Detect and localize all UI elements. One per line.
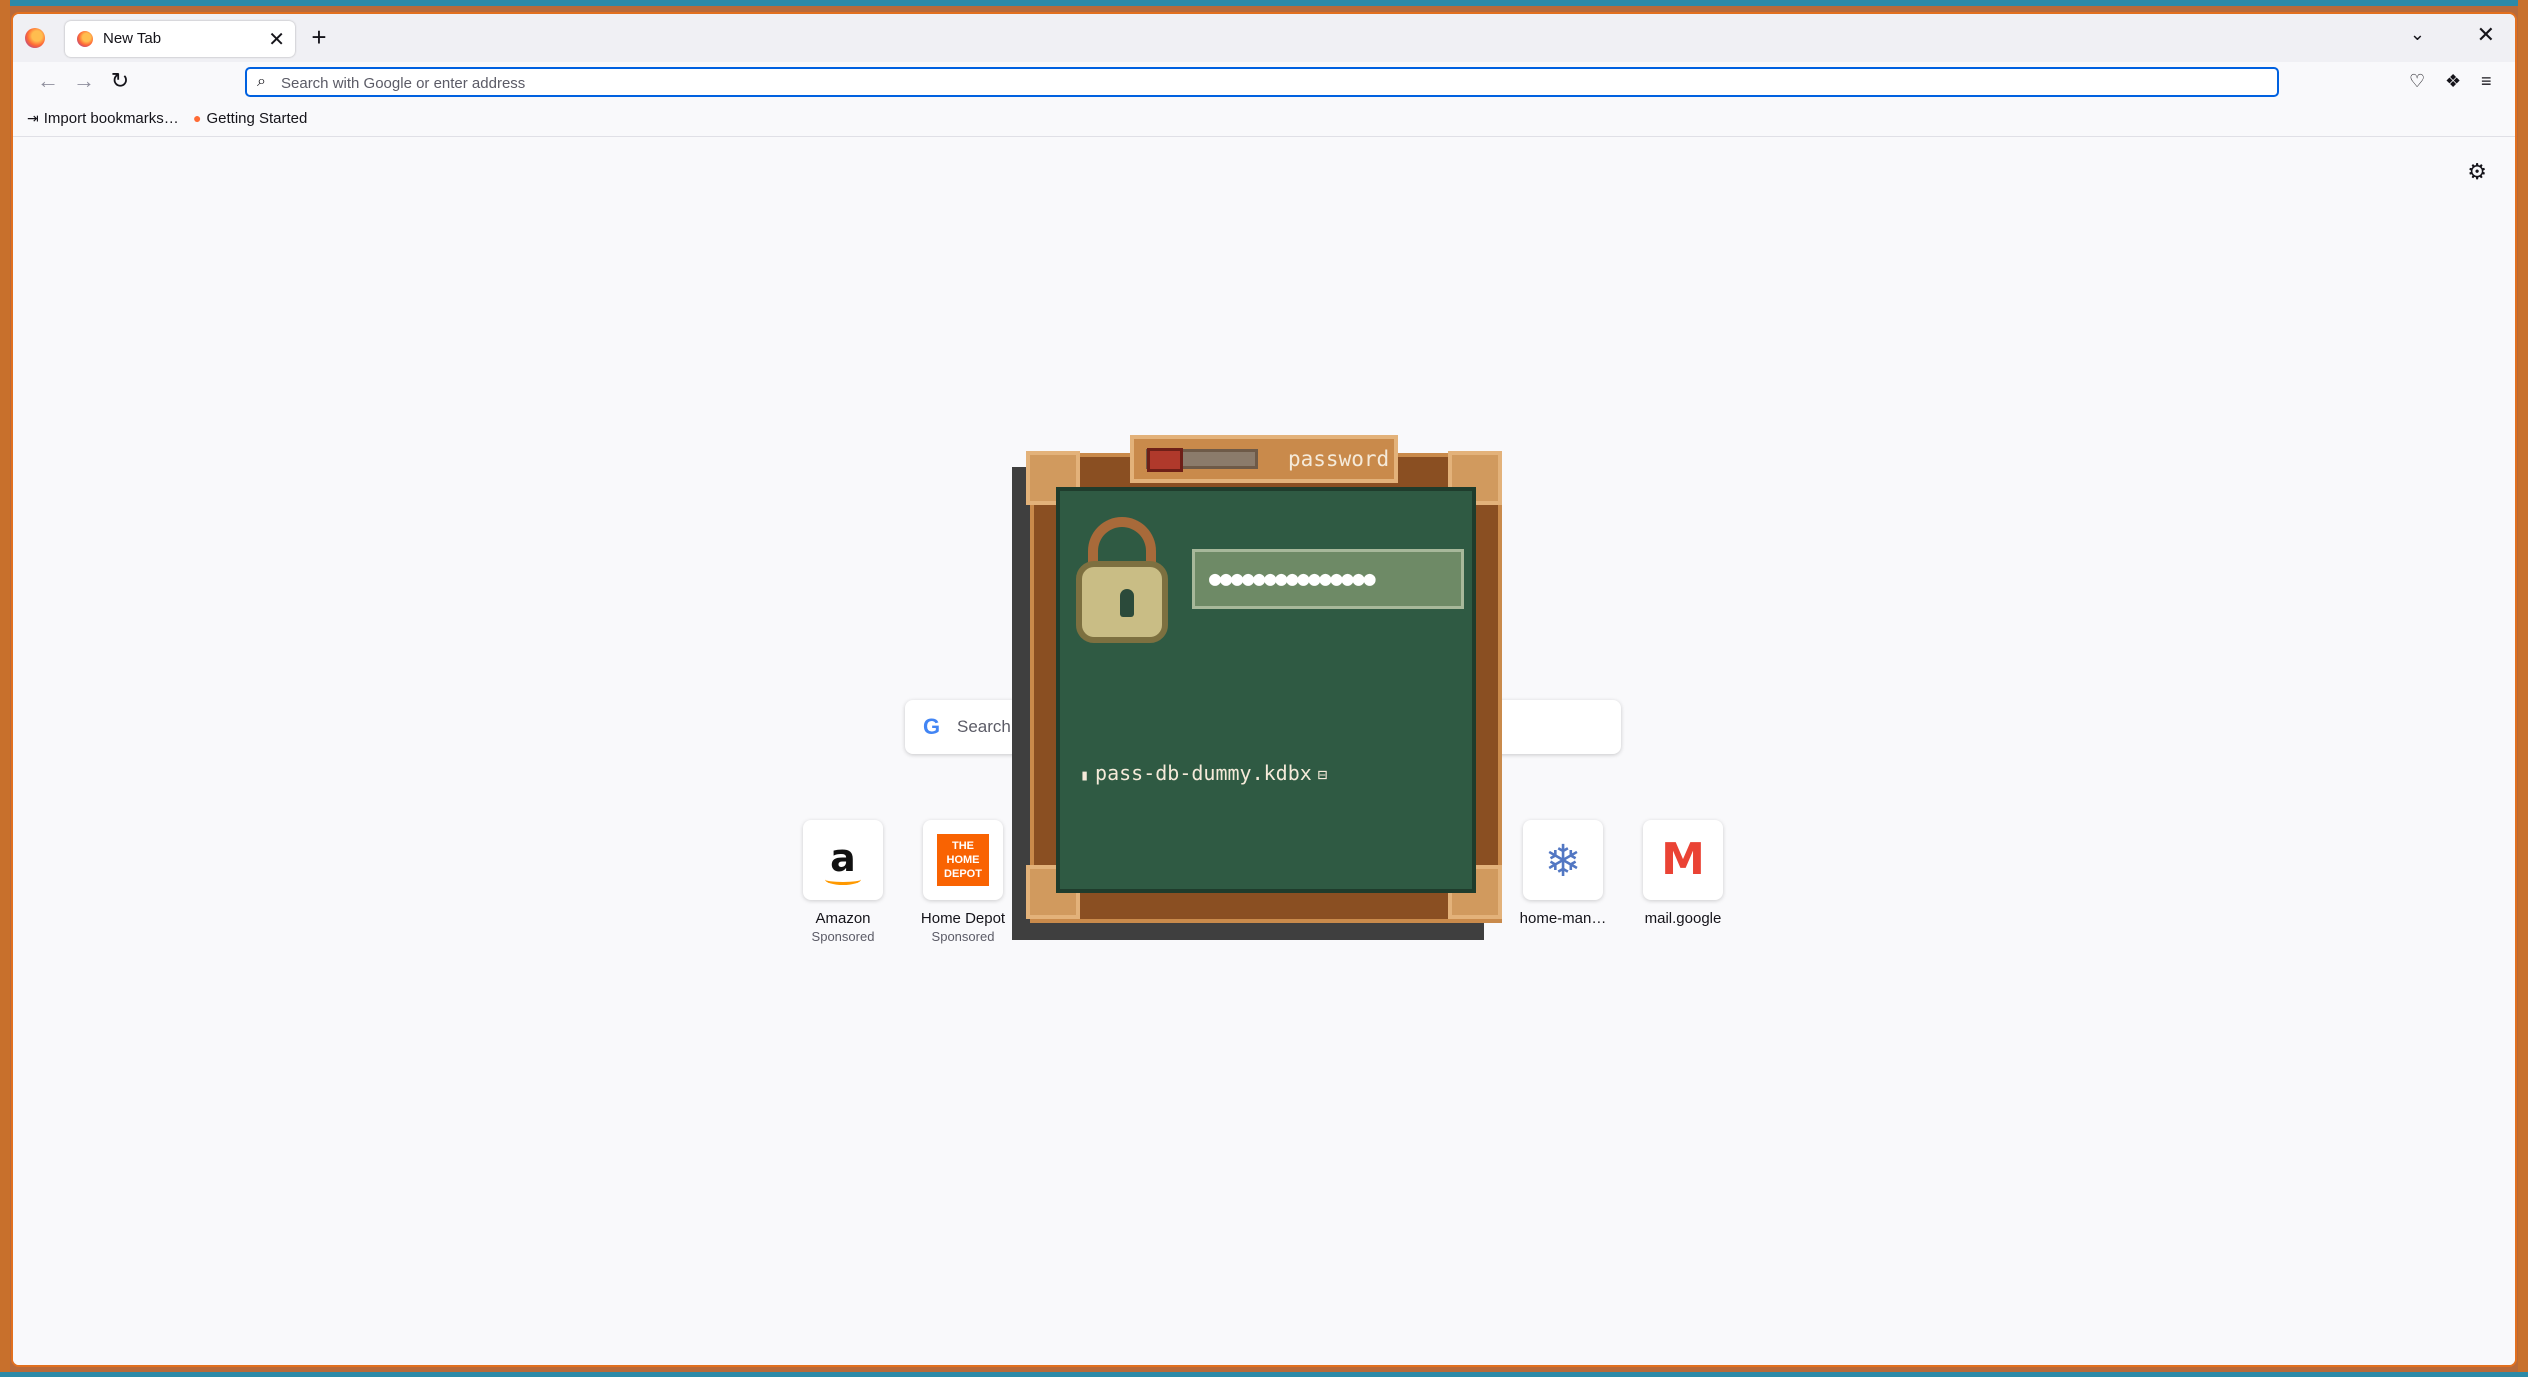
shortcut-amazon[interactable]: a Amazon Sponsored	[783, 820, 903, 944]
firefox-icon	[77, 31, 93, 47]
header-slider	[1146, 448, 1258, 472]
password-masked-value: ●●●●●●●●●●●●●●●	[1209, 566, 1376, 590]
bookmark-getting-started[interactable]: ● Getting Started	[193, 110, 307, 127]
pocket-icon[interactable]: ♡	[2409, 71, 2425, 92]
back-icon[interactable]: ←	[33, 68, 63, 94]
open-folder-icon[interactable]: ⊟	[1318, 765, 1328, 784]
password-field[interactable]: ●●●●●●●●●●●●●●●	[1192, 549, 1464, 609]
database-file-row: ▮ pass-db-dummy.kdbx ⊟	[1080, 761, 1327, 785]
firefox-icon: ●	[193, 110, 202, 126]
shortcut-label: Amazon	[815, 910, 871, 927]
sponsored-label: Sponsored	[811, 929, 875, 944]
import-icon: ⇥	[27, 110, 39, 126]
dialog-title: password	[1288, 447, 1390, 471]
padlock-icon	[1072, 517, 1180, 647]
close-tab-icon[interactable]: ✕	[268, 27, 285, 52]
shortcut-tile: ❄	[1523, 820, 1603, 900]
shortcut-tile: THE HOME DEPOT	[923, 820, 1003, 900]
amazon-smile-icon	[825, 874, 861, 885]
padlock-body	[1076, 561, 1168, 643]
gear-icon[interactable]: ⚙	[2467, 159, 2487, 185]
shortcut-tile: a	[803, 820, 883, 900]
file-icon: ▮	[1080, 766, 1090, 784]
forward-icon[interactable]: →	[69, 68, 99, 94]
desktop-left-edge	[0, 0, 10, 1377]
shortcut-tile: M	[1643, 820, 1723, 900]
shortcut-gmail[interactable]: M mail.google	[1623, 820, 1743, 927]
reload-icon[interactable]: ↻	[105, 68, 135, 94]
url-bar[interactable]: ⌕	[245, 67, 2279, 97]
password-dialog: password ●●●●●●●●●●●●●●● ▮ pass-db-dummy.…	[1012, 435, 1502, 940]
firefox-icon[interactable]	[25, 28, 45, 48]
nav-toolbar: ← → ↻ ⌕ ♡ ❖ ≡	[13, 62, 2515, 102]
bookmark-import[interactable]: ⇥ Import bookmarks…	[27, 110, 179, 127]
tab-title: New Tab	[103, 30, 162, 47]
shortcut-label: home-man…	[1519, 910, 1607, 927]
google-icon: G	[923, 714, 941, 739]
sponsored-label: Sponsored	[931, 929, 995, 944]
extensions-icon[interactable]: ❖	[2445, 71, 2461, 92]
shortcut-label: Home Depot	[920, 910, 1006, 927]
chevron-down-icon[interactable]: ⌄	[2410, 24, 2425, 45]
shortcut-label: mail.google	[1644, 910, 1722, 927]
home-depot-logo-icon: THE HOME DEPOT	[937, 834, 989, 886]
keyhole-icon	[1120, 589, 1134, 617]
address-input[interactable]	[279, 71, 2263, 95]
desktop-right-edge	[2518, 0, 2528, 1377]
shortcut-home-manager[interactable]: ❄ home-man…	[1503, 820, 1623, 927]
database-file-name: pass-db-dummy.kdbx	[1095, 761, 1312, 785]
new-tab-button[interactable]: +	[303, 22, 335, 53]
nix-snowflake-icon: ❄	[1544, 837, 1582, 886]
slider-knob-icon	[1147, 448, 1183, 472]
bookmarks-toolbar: ⇥ Import bookmarks… ● Getting Started	[13, 102, 2515, 137]
search-icon: ⌕	[257, 73, 266, 90]
tab-new-tab[interactable]: New Tab ✕	[65, 21, 295, 57]
shortcut-home-depot[interactable]: THE HOME DEPOT Home Depot Sponsored	[903, 820, 1023, 944]
menu-icon[interactable]: ≡	[2481, 71, 2492, 92]
gmail-icon: M	[1661, 834, 1705, 885]
tab-strip: New Tab ✕ + ⌄ ✕	[13, 14, 2515, 62]
close-window-icon[interactable]: ✕	[2477, 22, 2495, 48]
dialog-header: password	[1130, 435, 1398, 483]
desktop-top-bar	[0, 0, 2528, 6]
desktop-bottom-bar	[0, 1372, 2528, 1377]
